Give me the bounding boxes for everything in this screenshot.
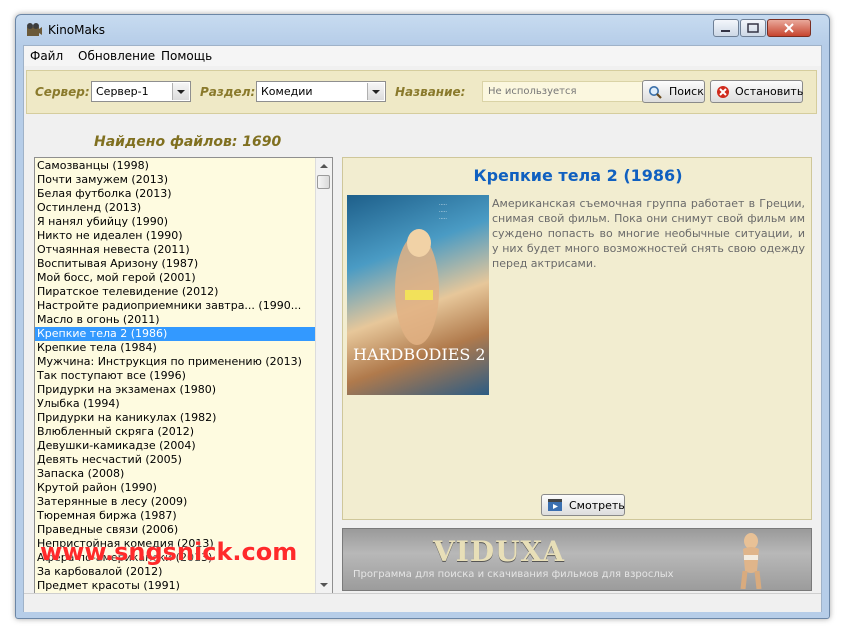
server-select[interactable]: Сервер-1: [91, 81, 191, 102]
list-item[interactable]: Девушки-камикадзе (2004): [35, 439, 316, 453]
poster-credits: ...............: [439, 201, 447, 221]
client-area: Файл Обновление Помощь Сервер: Сервер-1 …: [23, 45, 822, 612]
list-item[interactable]: Самозванцы (1998): [35, 159, 316, 173]
list-item[interactable]: Так поступают все (1996): [35, 369, 316, 383]
movie-description: Американская съемочная группа работает в…: [492, 197, 805, 270]
app-window: KinoMaks Файл Обновление Помощь Сервер: …: [15, 14, 830, 619]
stop-icon: [717, 86, 729, 98]
list-item[interactable]: Отчаянная невеста (2011): [35, 243, 316, 257]
watch-button-label: Смотреть: [569, 499, 625, 512]
list-item[interactable]: Улыбка (1994): [35, 397, 316, 411]
server-label: Сервер:: [35, 85, 90, 99]
movie-list-items: Самозванцы (1998) Почти замужем (2013) Бел…: [35, 159, 316, 593]
list-scrollbar[interactable]: [315, 158, 332, 593]
name-label: Название:: [395, 85, 466, 99]
menu-help[interactable]: Помощь: [161, 49, 212, 63]
title-bar[interactable]: KinoMaks: [16, 15, 829, 45]
movie-detail-panel: Крепкие тела 2 (1986) ............... HA…: [342, 157, 812, 520]
list-item[interactable]: Пиратское телевидение (2012): [35, 285, 316, 299]
ad-banner[interactable]: VIDUXA Программа для поиска и скачивания…: [342, 528, 812, 591]
movie-title: Крепкие тела 2 (1986): [473, 166, 683, 185]
movie-list[interactable]: Самозванцы (1998) Почти замужем (2013) Бел…: [34, 157, 333, 594]
menu-bar: Файл Обновление Помощь: [24, 46, 821, 66]
list-item[interactable]: Влюбленный скряга (2012): [35, 425, 316, 439]
list-item[interactable]: За карбовалой (2012): [35, 565, 316, 579]
list-item[interactable]: Крутой район (1990): [35, 481, 316, 495]
list-item[interactable]: Никто не идеален (1990): [35, 229, 316, 243]
search-toolbar: Сервер: Сервер-1 Раздел: Комедии Названи…: [26, 70, 817, 114]
scroll-down-icon[interactable]: [316, 577, 332, 593]
chevron-down-icon[interactable]: [367, 83, 384, 100]
window-title: KinoMaks: [48, 23, 106, 37]
watch-button[interactable]: Смотреть: [541, 494, 625, 516]
list-item[interactable]: Девять несчастий (2005): [35, 453, 316, 467]
list-item[interactable]: Затерянные в лесу (2009): [35, 495, 316, 509]
banner-figure: [740, 533, 762, 589]
maximize-icon: [747, 23, 759, 33]
close-icon: [784, 23, 794, 33]
minimize-icon: [721, 30, 730, 32]
status-bar: [24, 593, 821, 612]
list-item[interactable]: Масло в огонь (2011): [35, 313, 316, 327]
movie-poster: ............... HARDBODIES 2: [347, 195, 489, 395]
list-item[interactable]: Тюремная биржа (1987): [35, 509, 316, 523]
stop-button-label: Остановить: [735, 85, 804, 98]
close-button[interactable]: [767, 19, 811, 37]
list-item[interactable]: Мой босс, мой герой (2001): [35, 271, 316, 285]
list-item[interactable]: Придурки на экзаменах (1980): [35, 383, 316, 397]
list-item[interactable]: Придурки на каникулах (1982): [35, 411, 316, 425]
list-item[interactable]: Предмет красоты (1991): [35, 579, 316, 593]
server-value: Сервер-1: [96, 85, 149, 98]
list-item[interactable]: Остинленд (2013): [35, 201, 316, 215]
section-label: Раздел:: [200, 85, 256, 99]
list-item[interactable]: Мужчина: Инструкция по применению (2013): [35, 355, 316, 369]
name-input[interactable]: Не используется: [482, 81, 648, 102]
found-count: Найдено файлов: 1690: [94, 134, 282, 150]
section-select[interactable]: Комедии: [256, 81, 386, 102]
stop-button[interactable]: Остановить: [710, 80, 803, 103]
film-clapper-icon: [548, 499, 562, 511]
minimize-button[interactable]: [713, 19, 739, 37]
chevron-down-icon[interactable]: [172, 83, 189, 100]
banner-subtitle: Программа для поиска и скачивания фильмо…: [353, 569, 674, 580]
list-item[interactable]: Крепкие тела 2 (1986): [35, 327, 316, 341]
film-reel-icon: [27, 23, 42, 36]
list-item[interactable]: Настройте радиоприемники завтра... (1990…: [35, 299, 316, 313]
list-item[interactable]: Запаска (2008): [35, 467, 316, 481]
magnifier-icon: [649, 86, 662, 99]
maximize-button[interactable]: [740, 19, 766, 37]
menu-update[interactable]: Обновление: [78, 49, 155, 63]
poster-title: HARDBODIES 2: [353, 345, 486, 364]
list-item[interactable]: Почти замужем (2013): [35, 173, 316, 187]
scroll-up-icon[interactable]: [316, 158, 332, 174]
list-item[interactable]: Праведные связи (2006): [35, 523, 316, 537]
search-button-label: Поиск: [669, 85, 704, 98]
poster-figure: [395, 229, 439, 345]
watermark: www.sngsnick.com: [40, 538, 298, 566]
list-item[interactable]: Я нанял убийцу (1990): [35, 215, 316, 229]
banner-title: VIDUXA: [433, 535, 565, 568]
menu-file[interactable]: Файл: [30, 49, 63, 63]
list-item[interactable]: Воспитывая Аризону (1987): [35, 257, 316, 271]
list-item[interactable]: Крепкие тела (1984): [35, 341, 316, 355]
list-item[interactable]: Белая футболка (2013): [35, 187, 316, 201]
search-button[interactable]: Поиск: [642, 80, 705, 103]
section-value: Комедии: [261, 85, 313, 98]
scroll-thumb[interactable]: [317, 175, 330, 189]
